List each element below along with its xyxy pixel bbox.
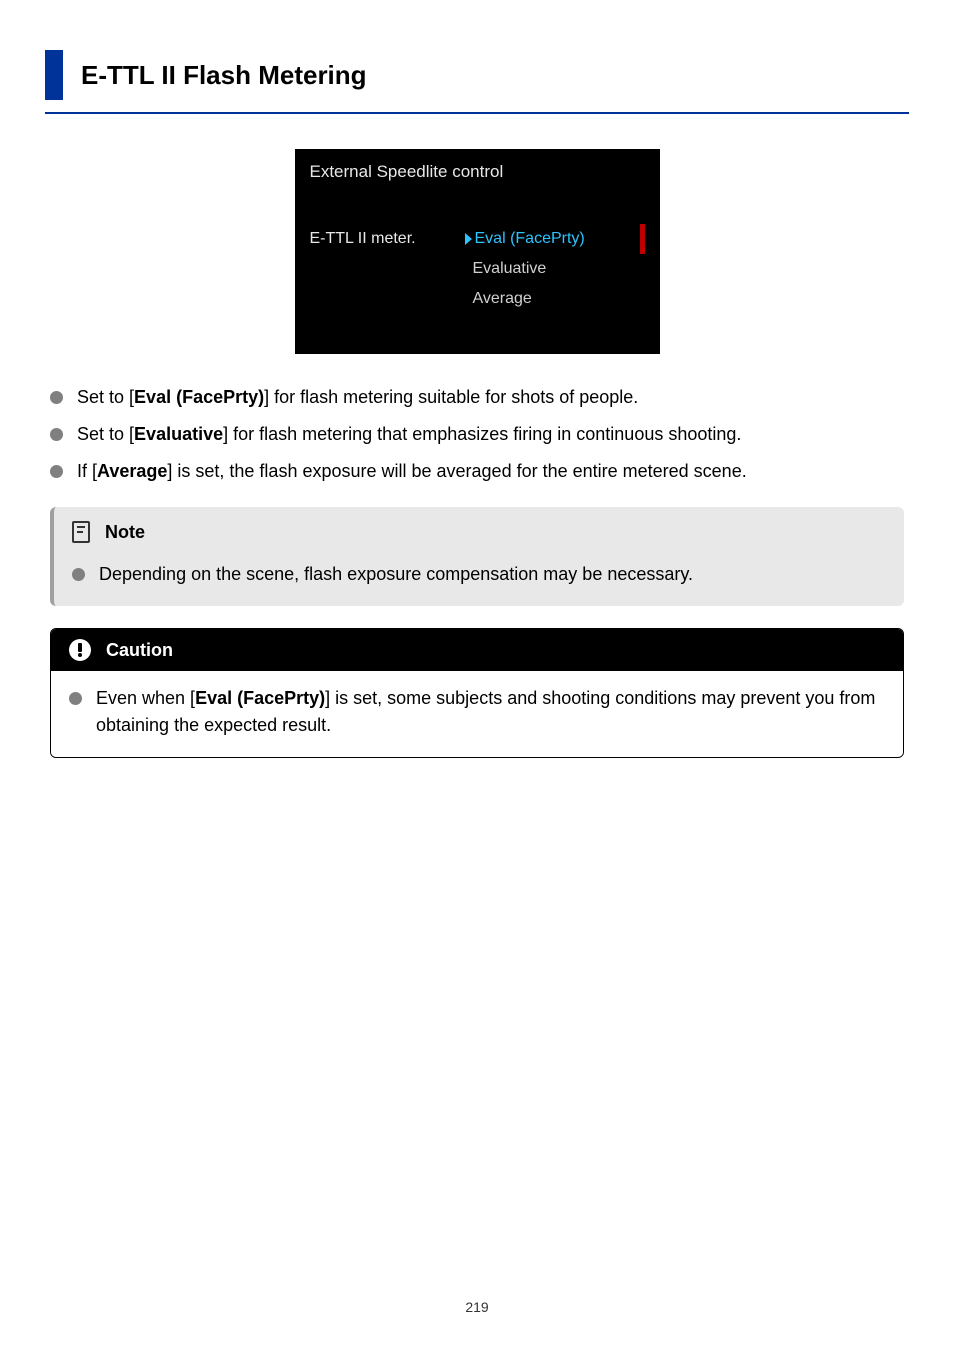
list-item-text: Set to [Eval (FacePrty)] for flash meter…: [77, 384, 638, 411]
selection-indicator-bar: [640, 224, 645, 254]
caution-header: Caution: [51, 629, 903, 671]
bullet-icon: [72, 568, 85, 581]
triangle-right-icon: [465, 233, 472, 245]
heading-text: E-TTL II Flash Metering: [81, 50, 367, 91]
caution-icon: [69, 639, 91, 661]
list-item-text: Set to [Evaluative] for flash metering t…: [77, 421, 741, 448]
note-title: Note: [105, 522, 145, 543]
camera-menu-label: E-TTL II meter.: [310, 230, 465, 248]
bullet-icon: [50, 391, 63, 404]
note-callout: Note Depending on the scene, flash expos…: [50, 507, 904, 606]
bullet-icon: [50, 428, 63, 441]
caution-callout: Caution Even when [Eval (FacePrty)] is s…: [50, 628, 904, 758]
list-item: If [Average] is set, the flash exposure …: [50, 458, 904, 485]
list-item: Set to [Evaluative] for flash metering t…: [50, 421, 904, 448]
note-body: Depending on the scene, flash exposure c…: [54, 555, 904, 588]
selected-text: Eval (FacePrty): [475, 230, 585, 248]
description-list: Set to [Eval (FacePrty)] for flash meter…: [45, 384, 909, 485]
camera-menu-option: Evaluative: [310, 254, 645, 284]
bullet-icon: [50, 465, 63, 478]
camera-menu-option: Average: [310, 284, 645, 314]
note-header: Note: [54, 507, 904, 555]
section-heading: E-TTL II Flash Metering: [45, 50, 909, 114]
bullet-icon: [69, 692, 82, 705]
note-icon: [72, 521, 90, 543]
camera-menu-screenshot: External Speedlite control E-TTL II mete…: [295, 149, 660, 354]
caution-title: Caution: [106, 640, 173, 661]
note-item: Depending on the scene, flash exposure c…: [72, 561, 886, 588]
list-item: Set to [Eval (FacePrty)] for flash meter…: [50, 384, 904, 411]
note-text: Depending on the scene, flash exposure c…: [99, 561, 693, 588]
page-number: 219: [0, 1299, 954, 1315]
camera-menu-row-selected: E-TTL II meter. Eval (FacePrty): [310, 224, 645, 254]
list-item-text: If [Average] is set, the flash exposure …: [77, 458, 747, 485]
caution-body: Even when [Eval (FacePrty)] is set, some…: [51, 671, 903, 757]
camera-screen-title: External Speedlite control: [310, 162, 645, 182]
caution-item: Even when [Eval (FacePrty)] is set, some…: [69, 685, 885, 739]
heading-accent-bar: [45, 50, 63, 100]
caution-text: Even when [Eval (FacePrty)] is set, some…: [96, 685, 885, 739]
camera-menu-selected-value: Eval (FacePrty): [465, 230, 585, 248]
